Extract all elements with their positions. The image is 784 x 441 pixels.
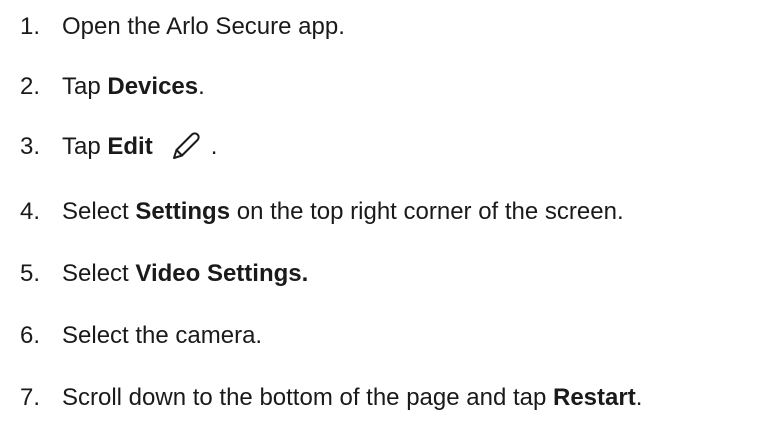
step-4: 4. Select Settings on the top right corn… [20, 192, 624, 232]
step-text-before: Select [62, 198, 136, 225]
step-6: 6. Select the camera. [20, 316, 262, 356]
settings-label: Settings [135, 198, 231, 225]
step-text-after: . [198, 73, 205, 100]
step-number: 5. [20, 260, 41, 287]
step-5: 5. Select Video Settings. [20, 254, 308, 294]
step-text: Tap Edit . [62, 127, 217, 167]
step-number: 7. [20, 384, 41, 411]
edit-label: Edit [107, 133, 153, 160]
step-number: 4. [20, 198, 41, 225]
step-number: 1. [20, 13, 41, 40]
step-2: 2. Tap Devices. [20, 67, 205, 107]
step-text-plain: Select the camera. [62, 322, 263, 349]
step-number: 2. [20, 73, 41, 100]
step-text-before: Tap [62, 73, 108, 100]
step-text: Select Video Settings. [62, 254, 308, 294]
step-text-after: . [635, 384, 643, 411]
step-text: Tap Devices. [62, 67, 205, 107]
step-text-before: Tap [62, 133, 108, 160]
step-7: 7. Scroll down to the bottom of the page… [20, 378, 642, 418]
step-text-before: Select [62, 260, 136, 287]
step-1: 1. Open the Arlo Secure app. [20, 7, 345, 47]
step-3: 3. Tap Edit . [20, 127, 217, 167]
step-text: Open the Arlo Secure app. [62, 7, 345, 47]
step-text-after: . [210, 133, 218, 160]
step-text-after: on the top right corner of the screen. [230, 198, 624, 225]
step-number: 3. [20, 133, 41, 160]
devices-label: Devices [107, 73, 199, 100]
instruction-list: 1. Open the Arlo Secure app. 2. Tap Devi… [0, 0, 784, 441]
step-text: Select Settings on the top right corner … [62, 192, 624, 232]
step-text-plain: Open the Arlo Secure app. [62, 13, 345, 40]
video-settings-label: Video Settings. [135, 260, 309, 287]
step-text-before: Scroll down to the bottom of the page an… [62, 384, 553, 411]
step-text: Select the camera. [62, 316, 262, 356]
step-text: Scroll down to the bottom of the page an… [62, 378, 642, 418]
step-number: 6. [20, 322, 41, 349]
pencil-edit-icon [167, 129, 203, 165]
restart-label: Restart [553, 384, 636, 411]
